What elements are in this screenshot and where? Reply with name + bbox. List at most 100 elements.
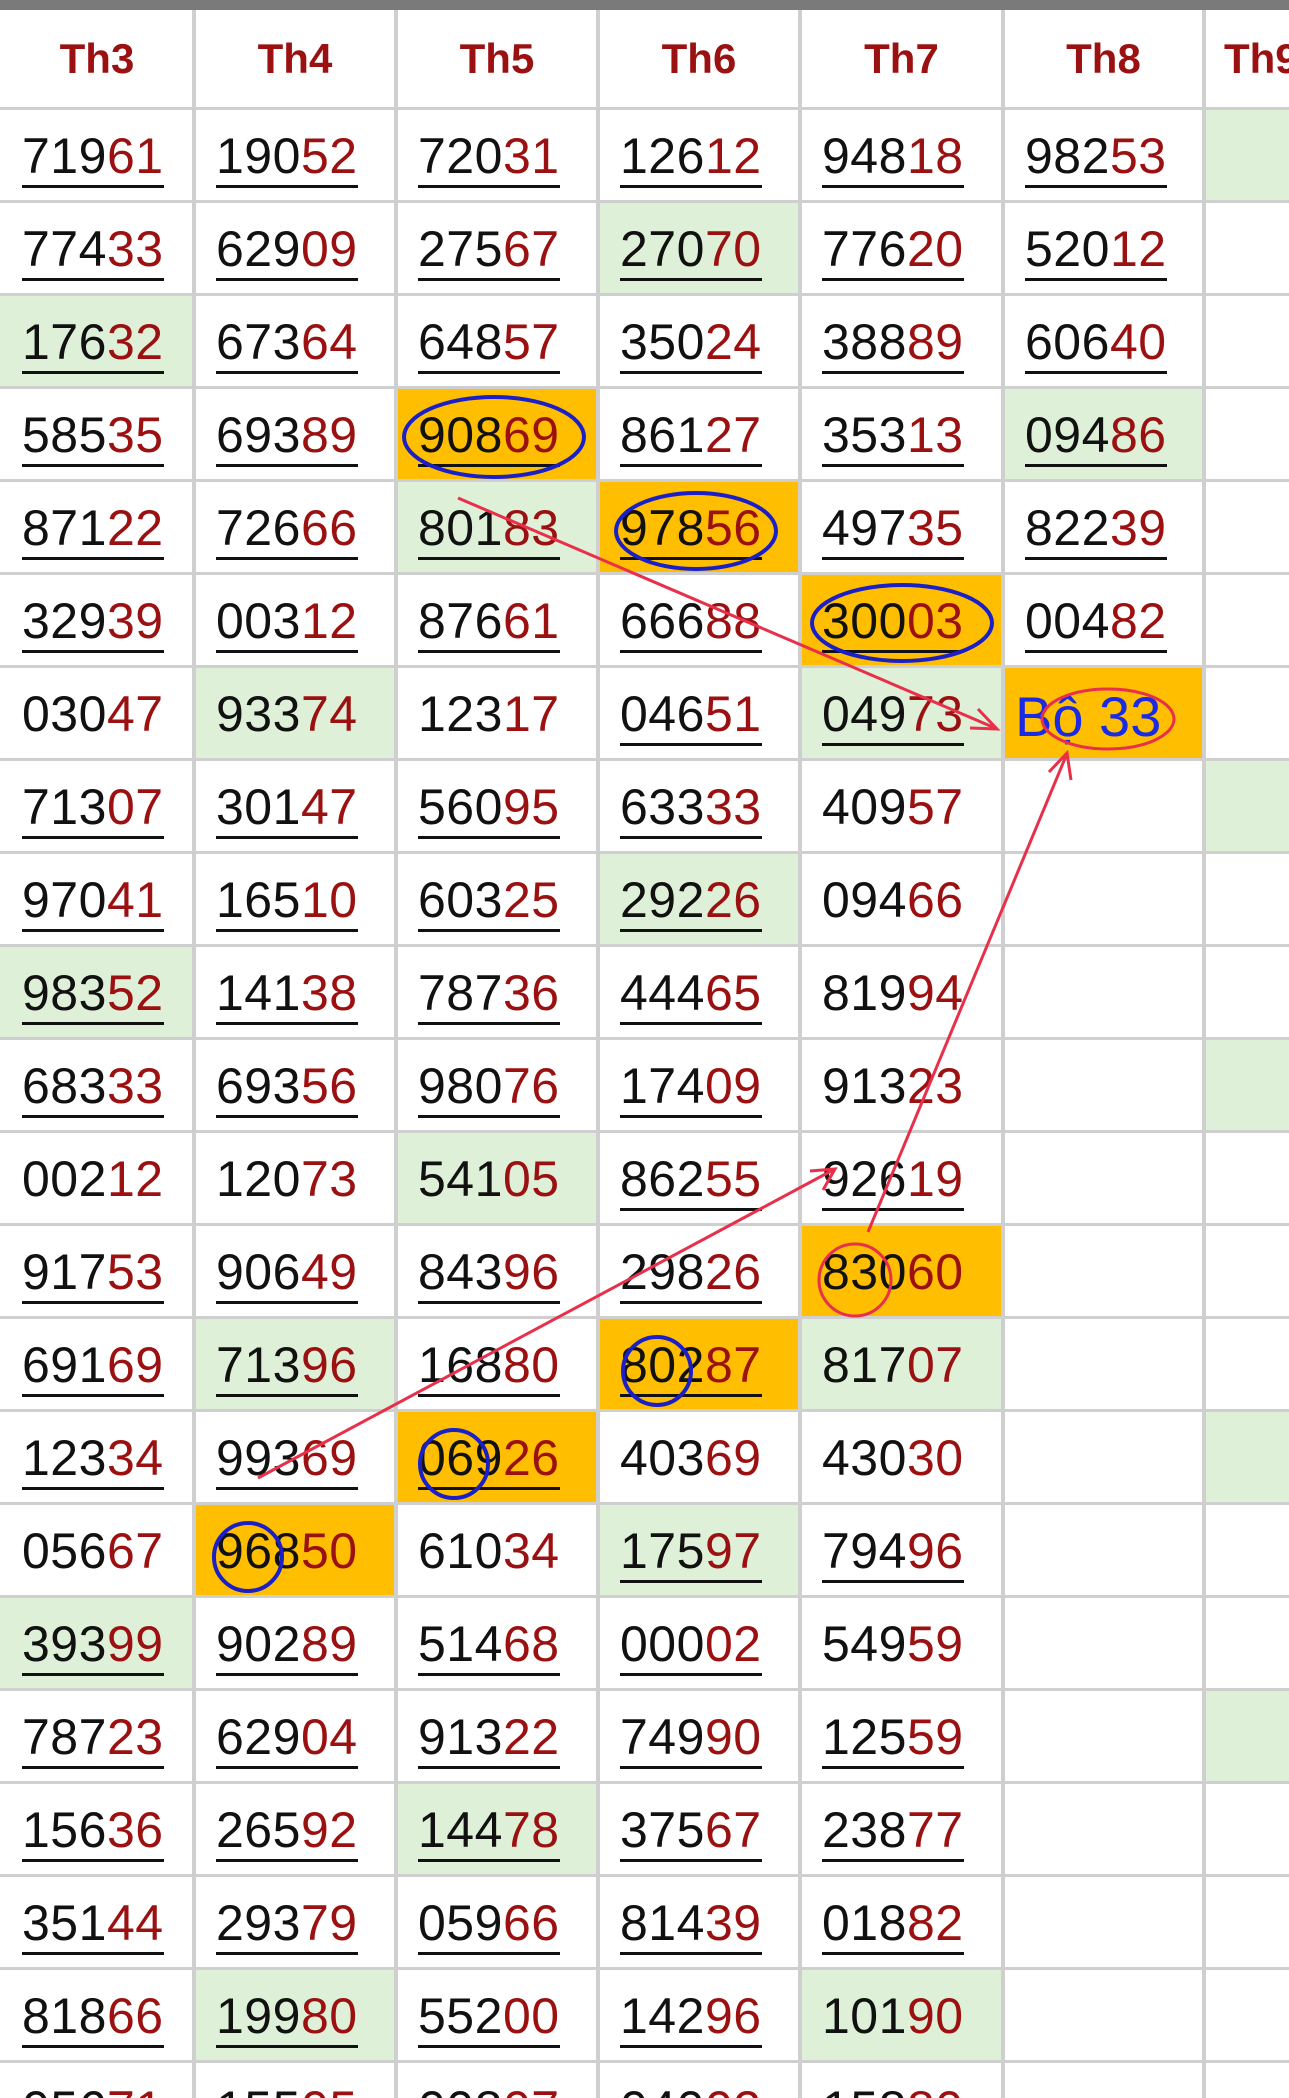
- number-suffix: 13: [906, 407, 964, 463]
- number-prefix: 514: [418, 1616, 503, 1672]
- table-cell: 98352: [0, 945, 194, 1038]
- table-cell: 91322: [396, 1689, 598, 1782]
- table-cell: [1204, 294, 1289, 387]
- table-cell: 26592: [194, 1782, 396, 1875]
- table-cell: [1204, 1596, 1289, 1689]
- table-cell: 19052: [194, 108, 396, 201]
- lottery-number: 29226: [620, 872, 762, 932]
- number-prefix: 749: [620, 1709, 705, 1765]
- lottery-number: 19980: [216, 1988, 358, 2048]
- number-suffix: 02: [704, 1616, 762, 1672]
- number-prefix: 913: [822, 1058, 907, 1114]
- lottery-number: 84396: [418, 1244, 560, 1304]
- lottery-number: 69356: [216, 1058, 358, 1118]
- table-cell: 05667: [0, 1503, 194, 1596]
- number-suffix: 90: [906, 1988, 964, 2044]
- lottery-number: 15636: [22, 1802, 164, 1862]
- table-cell: 63333: [598, 759, 800, 852]
- number-prefix: 238: [822, 1802, 907, 1858]
- lottery-number: 86255: [620, 1151, 762, 1211]
- lottery-number: 97041: [22, 872, 164, 932]
- table-cell: 98253: [1003, 108, 1204, 201]
- table-cell: 17597: [598, 1503, 800, 1596]
- number-prefix: 350: [620, 314, 705, 370]
- lottery-number: 04973: [822, 686, 964, 746]
- number-suffix: 32: [106, 314, 164, 370]
- table-cell: Bộ 33: [1003, 666, 1204, 759]
- number-suffix: 79: [300, 1895, 358, 1951]
- number-prefix: 691: [22, 1337, 107, 1393]
- number-prefix: 444: [620, 965, 705, 1021]
- table-cell: 81707: [800, 1317, 1003, 1410]
- column-header-th7: Th7: [800, 10, 1003, 108]
- lottery-number: 26592: [216, 1802, 358, 1862]
- number-prefix: 861: [620, 407, 705, 463]
- number-suffix: 77: [906, 1802, 964, 1858]
- lottery-number: 14478: [418, 1802, 560, 1862]
- table-cell: 60640: [1003, 294, 1204, 387]
- lottery-number: 81866: [22, 1988, 164, 2048]
- number-prefix: 351: [22, 1895, 107, 1951]
- number-prefix: 801: [418, 500, 503, 556]
- number-suffix: 22: [106, 500, 164, 556]
- table-cell: [1204, 1875, 1289, 1968]
- table-cell: 79496: [800, 1503, 1003, 1596]
- number-prefix: 123: [418, 686, 503, 742]
- set-label: Bộ 33: [1015, 685, 1162, 748]
- number-prefix: 560: [418, 779, 503, 835]
- column-header-th3: Th3: [0, 10, 194, 108]
- table-cell: 54105: [396, 1131, 598, 1224]
- number-suffix: 23: [906, 1058, 964, 1114]
- number-prefix: 970: [22, 872, 107, 928]
- lottery-number: 30147: [216, 779, 358, 839]
- table-cell: 58535: [0, 387, 194, 480]
- lottery-number: 05671: [22, 2081, 164, 2098]
- number-suffix: 12: [704, 128, 762, 184]
- row-divider: [0, 572, 1289, 575]
- lottery-number: 78736: [418, 965, 560, 1025]
- row-divider: [0, 1967, 1289, 1970]
- row-divider: [0, 386, 1289, 389]
- lottery-number: 62909: [216, 221, 358, 281]
- column-header-th5: Th5: [396, 10, 598, 108]
- table-cell: 81439: [598, 1875, 800, 1968]
- table-cell: 14296: [598, 1968, 800, 2061]
- table-cell: 77433: [0, 201, 194, 294]
- table-cell: [1204, 480, 1289, 573]
- number-prefix: 908: [418, 407, 503, 463]
- number-suffix: 53: [1109, 128, 1167, 184]
- table-cell: 00807: [396, 2061, 598, 2098]
- table-cell: 27567: [396, 201, 598, 294]
- table-cell: [1204, 1131, 1289, 1224]
- table-cell: 96850: [194, 1503, 396, 1596]
- table-cell: 62909: [194, 201, 396, 294]
- number-suffix: 83: [502, 500, 560, 556]
- row-divider: [0, 1130, 1289, 1133]
- number-prefix: 948: [822, 128, 907, 184]
- lottery-number: 61034: [418, 1523, 560, 1579]
- lottery-number: 90869: [418, 407, 560, 467]
- lottery-number: 91322: [418, 1709, 560, 1769]
- lottery-number: 15880: [822, 2081, 964, 2098]
- table-cell: 29379: [194, 1875, 396, 1968]
- number-prefix: 719: [22, 128, 107, 184]
- table-cell: 29226: [598, 852, 800, 945]
- lottery-number: 72031: [418, 128, 560, 188]
- number-suffix: 52: [300, 128, 358, 184]
- table-cell: 87122: [0, 480, 194, 573]
- lottery-number: 56095: [418, 779, 560, 839]
- number-prefix: 156: [22, 1802, 107, 1858]
- number-prefix: 126: [620, 128, 705, 184]
- lottery-number: 00482: [1025, 593, 1167, 653]
- number-suffix: 17: [502, 686, 560, 742]
- number-suffix: 26: [704, 872, 762, 928]
- column-header-th4: Th4: [194, 10, 396, 108]
- lottery-number: 35024: [620, 314, 762, 374]
- number-prefix: 174: [620, 1058, 705, 1114]
- lottery-number: 17632: [22, 314, 164, 374]
- table-cell: [1204, 1317, 1289, 1410]
- table-cell: [1204, 1782, 1289, 1875]
- table-cell: 00312: [194, 573, 396, 666]
- column-header-th9: Th9: [1204, 10, 1289, 108]
- number-prefix: 549: [822, 1616, 907, 1672]
